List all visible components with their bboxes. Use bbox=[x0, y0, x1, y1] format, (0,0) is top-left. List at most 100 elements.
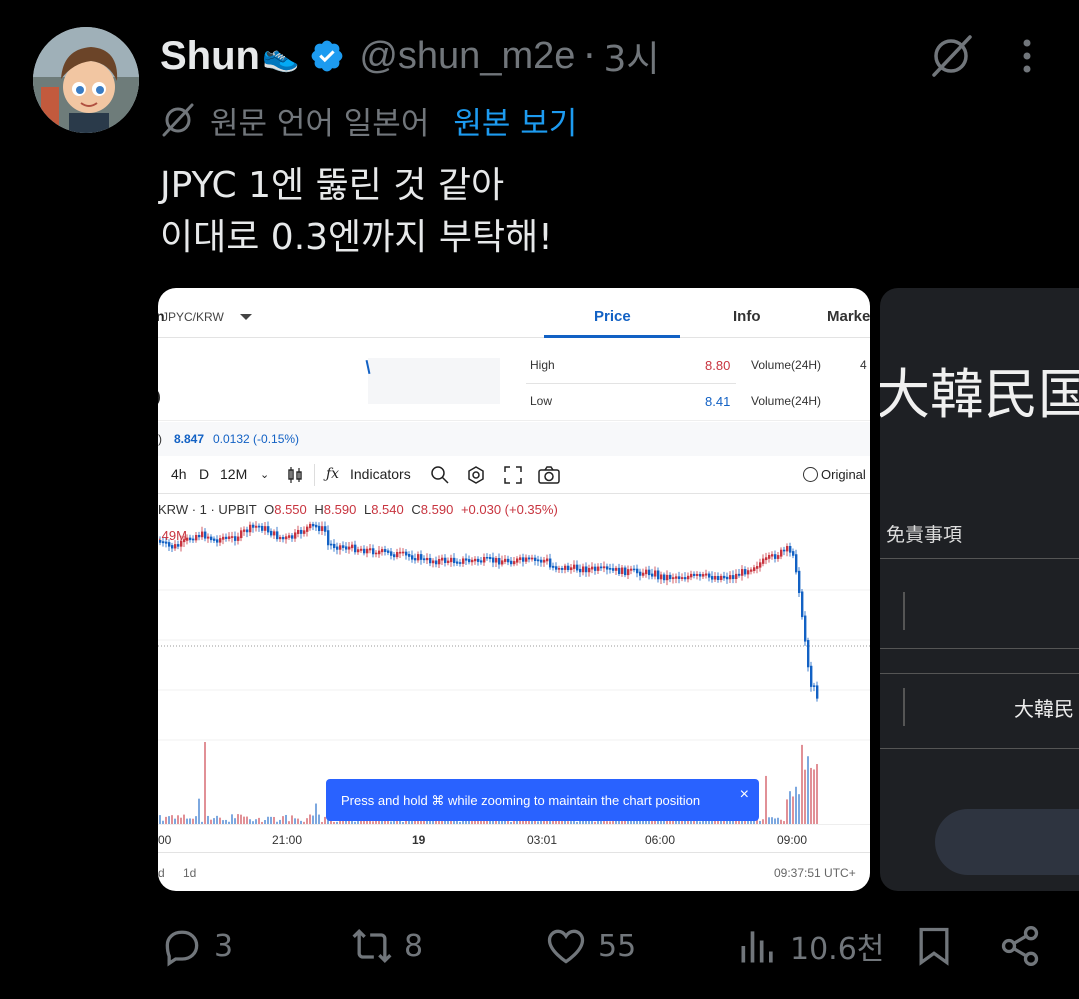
candle-105 bbox=[474, 558, 477, 562]
candle-155 bbox=[624, 567, 627, 576]
candle-188 bbox=[723, 575, 726, 579]
candle-33 bbox=[258, 525, 261, 528]
candle-148 bbox=[603, 566, 606, 569]
candle-214 bbox=[801, 591, 804, 618]
like-button[interactable]: 55 bbox=[544, 918, 636, 974]
low-value: 8.41 bbox=[705, 394, 731, 409]
candle-82 bbox=[405, 551, 408, 556]
candle-184 bbox=[711, 576, 714, 580]
fullscreen-icon bbox=[504, 466, 522, 484]
price-bar: ) 8.847 0.0132 (-0.15%) bbox=[158, 422, 870, 456]
candle-111 bbox=[492, 557, 495, 563]
candle-52 bbox=[315, 524, 318, 528]
volume-bar-42 bbox=[285, 814, 287, 824]
candle-146 bbox=[597, 566, 600, 571]
candle-171 bbox=[672, 577, 675, 580]
candles-icon bbox=[288, 467, 302, 483]
candle-172 bbox=[675, 576, 678, 579]
candle-143 bbox=[588, 567, 591, 573]
volume-bar-218 bbox=[813, 769, 815, 824]
more-options-icon[interactable] bbox=[1010, 36, 1044, 76]
volume-bar-53 bbox=[318, 814, 320, 824]
candle-93 bbox=[438, 559, 441, 565]
ohlc-legend: KRW · 1 · UPBIT O8.550 H8.590 L8.540 C8.… bbox=[158, 502, 558, 517]
candle-17 bbox=[210, 536, 213, 541]
volume-bar-216 bbox=[807, 756, 809, 824]
volume-bar-38 bbox=[273, 816, 275, 824]
volume-bar-4 bbox=[171, 815, 173, 824]
x-tick-1: 00 bbox=[158, 833, 172, 847]
avatar[interactable] bbox=[33, 27, 139, 133]
show-original-link[interactable]: 원본 보기 bbox=[453, 98, 577, 143]
candle-98 bbox=[453, 557, 456, 564]
candle-195 bbox=[744, 569, 747, 575]
ohlc-o-label: O bbox=[264, 502, 275, 517]
post-time[interactable]: 3시 bbox=[603, 30, 659, 82]
ohlc-h-label: H bbox=[314, 502, 324, 517]
candle-28 bbox=[243, 529, 246, 532]
media-image-1[interactable]: n JPYC/KRW Price Info Marke ) High 8.80 … bbox=[158, 288, 870, 891]
chart-svg bbox=[158, 521, 870, 824]
retweet-button[interactable]: 8 bbox=[350, 918, 423, 974]
volume-bar-202 bbox=[765, 775, 767, 824]
current-price: 8.847 bbox=[174, 432, 205, 446]
candle-95 bbox=[444, 557, 447, 563]
candle-63 bbox=[348, 546, 351, 550]
table-cell: 大韓民 bbox=[1014, 697, 1074, 721]
tweet-text-line-2: 이대로 0.3엔까지 부탁해! bbox=[160, 217, 553, 258]
candle-73 bbox=[378, 550, 381, 555]
candle-37 bbox=[270, 530, 273, 536]
candle-115 bbox=[504, 558, 507, 562]
volume-bar-0 bbox=[159, 815, 161, 824]
share-button[interactable] bbox=[998, 918, 1052, 974]
volume-bar-24 bbox=[231, 814, 233, 824]
candle-68 bbox=[363, 548, 366, 554]
candle-119 bbox=[516, 558, 519, 563]
volume-value-1: 4 bbox=[860, 358, 867, 372]
candle-132 bbox=[555, 566, 558, 570]
user-handle[interactable]: @shun_m2e bbox=[359, 35, 575, 78]
candle-54 bbox=[321, 526, 324, 532]
low-label: Low bbox=[530, 394, 553, 408]
mini-chart-box bbox=[368, 358, 500, 404]
candle-210 bbox=[789, 546, 792, 553]
candle-94 bbox=[441, 557, 444, 561]
vdivider-2 bbox=[903, 688, 905, 726]
candle-16 bbox=[207, 536, 210, 539]
candle-173 bbox=[678, 576, 681, 580]
candle-183 bbox=[708, 573, 711, 578]
grok-icon[interactable] bbox=[928, 33, 974, 79]
reply-button[interactable]: 3 bbox=[160, 918, 233, 974]
verified-badge-icon[interactable] bbox=[309, 38, 345, 74]
volume-bar-213 bbox=[798, 794, 800, 824]
candle-67 bbox=[360, 548, 363, 551]
candle-91 bbox=[432, 560, 435, 564]
candle-204 bbox=[771, 554, 774, 557]
candle-167 bbox=[660, 574, 663, 580]
ohlc-close: 8.590 bbox=[420, 502, 454, 517]
action-bar: 3 8 55 10.6천 bbox=[0, 918, 1079, 974]
display-name[interactable]: Shun bbox=[160, 34, 260, 79]
candle-189 bbox=[726, 576, 729, 580]
candle-102 bbox=[465, 558, 468, 561]
candle-44 bbox=[291, 535, 294, 539]
like-count: 55 bbox=[598, 928, 637, 964]
volume-bar-19 bbox=[216, 815, 218, 824]
candle-133 bbox=[558, 568, 561, 570]
candle-153 bbox=[618, 567, 621, 574]
tab-market: Marke bbox=[827, 308, 870, 325]
candle-180 bbox=[699, 574, 702, 577]
candle-156 bbox=[627, 569, 630, 576]
bookmark-button[interactable] bbox=[912, 918, 966, 974]
views-button[interactable]: 10.6천 bbox=[736, 918, 884, 974]
candle-79 bbox=[396, 551, 399, 558]
volume-bar-214 bbox=[801, 744, 803, 824]
candle-14 bbox=[201, 531, 204, 538]
volume-bar-203 bbox=[768, 817, 770, 824]
candle-59 bbox=[336, 546, 339, 550]
candle-51 bbox=[312, 523, 315, 527]
media-image-2[interactable]: 大韓民国 免責事項 大韓民 bbox=[880, 288, 1079, 891]
candle-108 bbox=[483, 557, 486, 563]
volume-label-2: Volume(24H) bbox=[751, 394, 822, 408]
volume-bar-215 bbox=[804, 769, 806, 824]
